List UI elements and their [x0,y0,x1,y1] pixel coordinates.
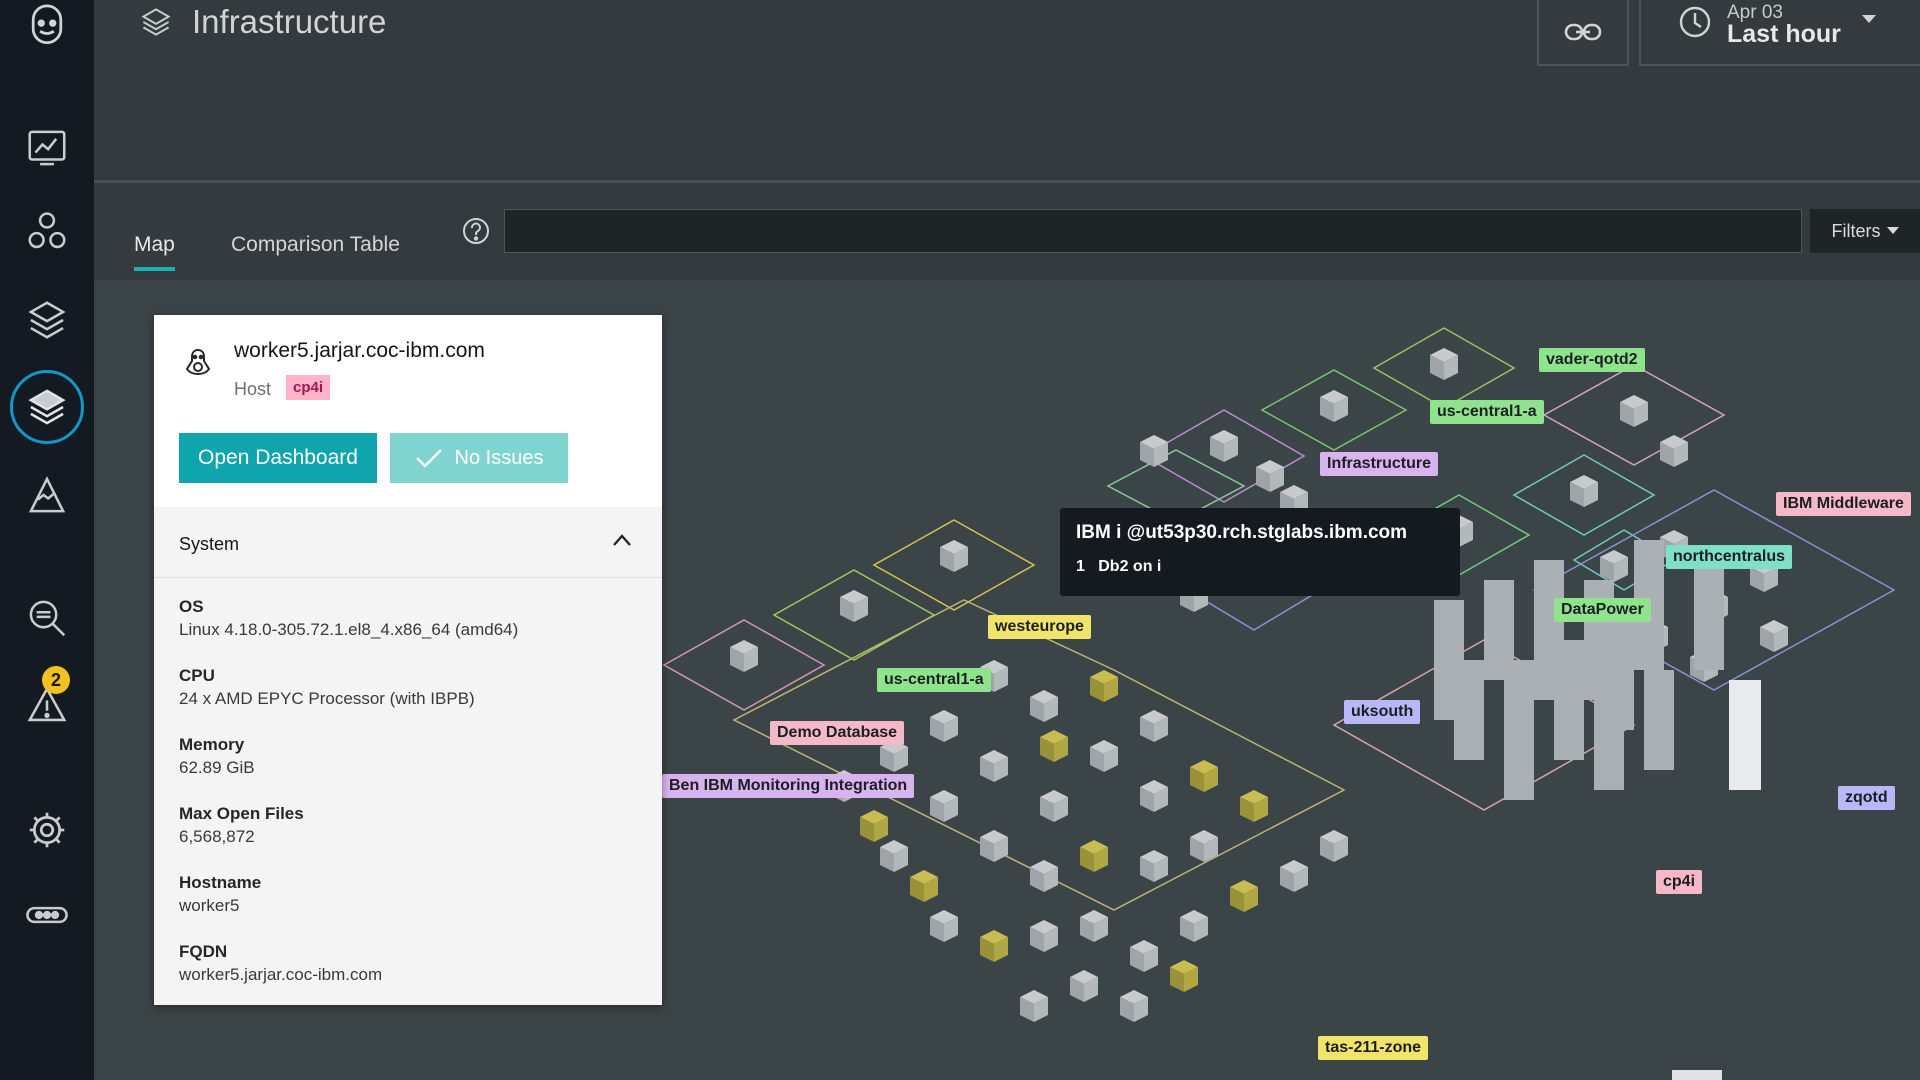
sidebar: 2 [0,0,94,1080]
page-title: Infrastructure [192,3,387,40]
panel-header: worker5.jarjar.coc-ibm.com Host cp4i Ope… [154,315,662,507]
field-value: 62.89 GiB [179,758,255,777]
linux-icon [185,348,211,376]
host-detail-panel: worker5.jarjar.coc-ibm.com Host cp4i Ope… [154,315,662,1005]
caret-down-icon [1886,227,1899,234]
field-cpu: CPU 24 x AMD EPYC Processor (with IBPB) [179,666,475,709]
field-memory: Memory 62.89 GiB [179,735,255,778]
checkmark-icon [415,449,442,468]
map-label[interactable]: zqotd [1838,786,1895,810]
page-title-wrap: Infrastructure [138,2,386,42]
tooltip-subtitle: 1 Db2 on i [1076,558,1161,576]
field-label: CPU [179,666,215,685]
node-tooltip: IBM i @ut53p30.rch.stglabs.ibm.com 1 Db2… [1060,508,1460,596]
map-label[interactable]: cp4i [1656,870,1703,894]
field-label: FQDN [179,942,228,961]
chevron-up-icon[interactable] [612,533,632,547]
field-fqdn: FQDN worker5.jarjar.coc-ibm.com [179,942,382,985]
help-icon[interactable] [462,217,490,245]
open-dashboard-button[interactable]: Open Dashboard [179,433,377,483]
services-icon[interactable] [17,290,77,350]
system-section-header[interactable]: System [154,507,662,578]
cluster-towers [1434,540,1761,800]
field-label: Memory [179,735,245,754]
map-label[interactable]: Ben IBM Monitoring Integration [662,774,915,798]
field-os: OS Linux 4.18.0-305.72.1.el8_4.x86_64 (a… [179,597,518,640]
tooltip-title: IBM i @ut53p30.rch.stglabs.ibm.com [1076,522,1408,543]
settings-icon[interactable] [17,800,77,860]
map-label[interactable]: tas-211-zone [1318,1036,1429,1060]
no-issues-button[interactable]: No Issues [390,433,568,483]
clock-icon [1679,6,1711,38]
map-label[interactable]: Demo Database [770,721,905,745]
no-issues-label: No Issues [454,446,544,469]
host-name: worker5.jarjar.coc-ibm.com [234,339,485,362]
map-label[interactable]: us-central1-a [877,668,991,692]
map-label[interactable]: westeurope [988,615,1091,639]
dashboard-icon[interactable] [17,118,77,178]
synthetic-icon[interactable] [17,465,77,525]
filters-button[interactable]: Filters [1810,209,1920,253]
infrastructure-title-icon [141,8,171,36]
tooltip-item: Db2 on i [1098,558,1162,575]
map-toolbar: Map Comparison Table Filters [94,183,1920,280]
map-label[interactable]: DataPower [1554,598,1651,622]
more-icon[interactable] [17,885,77,945]
map-label[interactable]: uksouth [1344,700,1421,724]
field-hostname: Hostname worker5 [179,873,261,916]
map-label[interactable]: IBM Middleware [1776,492,1911,516]
field-label: Max Open Files [179,804,304,823]
app-logo-icon[interactable] [17,0,77,52]
host-type: Host [234,379,272,399]
link-icon [1564,23,1602,41]
field-value: worker5.jarjar.coc-ibm.com [179,965,383,984]
field-value: 6,568,872 [179,827,255,846]
copy-link-button[interactable] [1537,0,1629,66]
alerts-badge: 2 [42,666,70,694]
field-max-open-files: Max Open Files 6,568,872 [179,804,304,847]
map-view-toggle[interactable] [1672,1070,1722,1080]
zone-tag[interactable]: cp4i [286,375,331,400]
field-label: Hostname [179,873,262,892]
map-label[interactable]: northcentralus [1666,545,1793,569]
system-section-title: System [179,534,240,554]
tab-map[interactable]: Map [134,233,175,271]
chevron-down-icon [1862,15,1876,23]
infrastructure-icon[interactable] [10,370,84,444]
map-label[interactable]: us-central1-a [1430,400,1544,424]
tooltip-count: 1 [1076,558,1085,575]
applications-icon[interactable] [17,202,77,262]
search-input[interactable] [504,209,1802,253]
time-range-picker[interactable]: Apr 03 Last hour [1639,0,1920,66]
analyze-icon[interactable] [17,588,77,648]
map-label[interactable]: Infrastructure [1320,452,1439,476]
page-header: Infrastructure Apr 03 Last hour [94,0,1920,183]
field-value: Linux 4.18.0-305.72.1.el8_4.x86_64 (amd6… [179,620,519,639]
map-label[interactable]: vader-qotd2 [1539,348,1645,372]
field-label: OS [179,597,204,616]
tab-comparison-table[interactable]: Comparison Table [231,233,400,257]
time-range-label: Last hour [1727,20,1841,48]
field-value: 24 x AMD EPYC Processor (with IBPB) [179,689,475,708]
filters-label: Filters [1831,220,1881,241]
field-value: worker5 [179,896,240,915]
